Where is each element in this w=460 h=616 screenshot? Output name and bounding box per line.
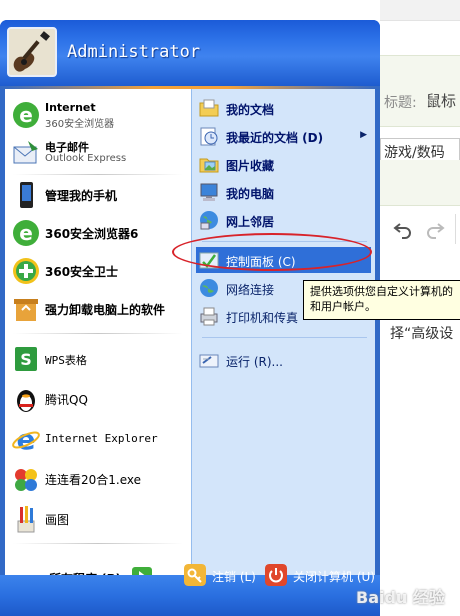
user-avatar[interactable]: [7, 27, 57, 77]
pinned-programs-pane: e Internet 360安全浏览器 电子邮件 Outlook Express…: [5, 89, 191, 587]
start-item-subtitle: 360安全浏览器: [45, 119, 115, 130]
start-item-label: 腾讯QQ: [45, 393, 88, 407]
guitar-icon: [9, 29, 55, 75]
recent-documents-icon: [200, 127, 218, 146]
start-item-run[interactable]: 运行 (R)...: [196, 347, 371, 373]
wps-spreadsheet-icon: S: [15, 347, 37, 371]
power-icon: [265, 564, 287, 586]
game-fruit-icon: [15, 469, 37, 491]
menu-separator: [202, 337, 367, 338]
highlight-annotation-ellipse: [172, 233, 372, 271]
tooltip-line: 和用户帐户。: [310, 300, 376, 313]
start-item-label: 管理我的手机: [45, 189, 118, 203]
start-item-recent-documents[interactable]: 我最近的文档 (D) ▶: [196, 123, 371, 149]
printer-icon: [200, 307, 218, 326]
start-item-label: 打印机和传真: [226, 311, 299, 325]
start-item-label: Internet Explorer: [45, 432, 158, 445]
undo-icon[interactable]: [392, 218, 414, 240]
start-item-lianliankan[interactable]: 连连看20合1.exe: [5, 461, 191, 497]
start-item-label: 我的文档: [226, 103, 275, 117]
start-item-label: WPS表格: [45, 354, 87, 367]
start-item-my-computer[interactable]: 我的电脑: [196, 179, 371, 205]
start-item-paint[interactable]: 画图: [5, 501, 191, 537]
redo-icon[interactable]: [424, 218, 446, 240]
start-item-label: 网上邻居: [226, 215, 275, 229]
submenu-arrow-icon: ▶: [360, 130, 367, 140]
start-item-subtitle: Outlook Express: [45, 153, 127, 164]
toolbar-divider: [455, 214, 456, 244]
start-item-tencent-qq[interactable]: 腾讯QQ: [5, 381, 191, 417]
start-item-uninstall-software[interactable]: 强力卸载电脑上的软件: [5, 291, 191, 327]
svg-text:e: e: [19, 221, 33, 245]
start-item-internet-explorer[interactable]: e Internet Explorer: [5, 421, 191, 457]
documents-folder-icon: [199, 99, 219, 117]
start-item-360-browser-6[interactable]: e 360安全浏览器6: [5, 215, 191, 251]
start-item-label: 360安全卫士: [45, 265, 119, 279]
360-guard-icon: [13, 258, 39, 284]
logoff-label: 注销 (L): [212, 570, 256, 584]
key-icon: [184, 564, 206, 586]
svg-text:S: S: [20, 350, 32, 369]
start-item-label: 360安全浏览器6: [45, 227, 139, 241]
start-menu-header: Administrator: [0, 20, 380, 86]
start-item-label: 我的电脑: [226, 187, 275, 201]
start-item-network-places[interactable]: 网上邻居: [196, 207, 371, 233]
menu-separator: [13, 543, 183, 544]
start-item-360-guard[interactable]: 360安全卫士: [5, 253, 191, 289]
username: Administrator: [67, 42, 201, 62]
start-item-label: 网络连接: [226, 283, 275, 297]
start-item-internet[interactable]: e Internet 360安全浏览器: [5, 97, 191, 133]
baidu-watermark: Baidu 经验: [356, 588, 445, 607]
start-item-my-documents[interactable]: 我的文档: [196, 95, 371, 121]
start-item-email[interactable]: 电子邮件 Outlook Express: [5, 135, 191, 171]
editor-toolbar-strip: [380, 160, 460, 206]
start-item-my-pictures[interactable]: 图片收藏: [196, 151, 371, 177]
places-pane: 我的文档 我最近的文档 (D) ▶ 图片收藏 我的电脑 网上邻居 控制面板 (C…: [191, 89, 375, 575]
qq-penguin-icon: [17, 390, 35, 412]
start-item-label: 画图: [45, 513, 70, 527]
browser-toolbar-strip: [380, 0, 460, 21]
tooltip-line: 提供选项供您自定义计算机的: [310, 285, 453, 298]
menu-separator: [13, 174, 183, 175]
360-browser-icon: e: [13, 102, 39, 128]
start-item-title: Internet: [45, 101, 96, 114]
start-item-label: 我最近的文档 (D): [226, 131, 324, 145]
menu-separator: [13, 333, 183, 334]
360-browser-icon: e: [13, 220, 39, 246]
start-item-wps-spreadsheet[interactable]: S WPS表格: [5, 341, 191, 377]
title-field-value[interactable]: 鼠标: [426, 90, 456, 111]
category-value: 游戏/数码: [384, 145, 445, 161]
phone-icon: [20, 182, 33, 208]
run-icon: [199, 354, 219, 368]
start-item-label: 运行 (R)...: [226, 355, 283, 369]
recycle-box-icon: [14, 299, 38, 321]
start-item-label: 图片收藏: [226, 159, 275, 173]
pictures-folder-icon: [199, 158, 219, 173]
title-field-label: 标题:: [384, 95, 417, 111]
internet-explorer-icon: e: [12, 423, 40, 455]
network-places-icon: [200, 211, 218, 230]
outlook-express-icon: [13, 141, 38, 164]
start-item-label: 连连看20合1.exe: [45, 473, 142, 487]
article-text-fragment: 择“高级设: [390, 326, 454, 342]
paint-brushes-icon: [17, 506, 35, 533]
start-item-label: 强力卸载电脑上的软件: [45, 303, 166, 317]
network-connections-icon: [200, 279, 218, 297]
control-panel-tooltip: 提供选项供您自定义计算机的 和用户帐户。: [303, 280, 460, 320]
start-item-manage-phone[interactable]: 管理我的手机: [5, 177, 191, 213]
svg-text:e: e: [19, 103, 33, 127]
category-select[interactable]: 游戏/数码: [380, 138, 460, 162]
shutdown-label: 关闭计算机 (U): [293, 570, 375, 584]
computer-icon: [200, 183, 218, 201]
